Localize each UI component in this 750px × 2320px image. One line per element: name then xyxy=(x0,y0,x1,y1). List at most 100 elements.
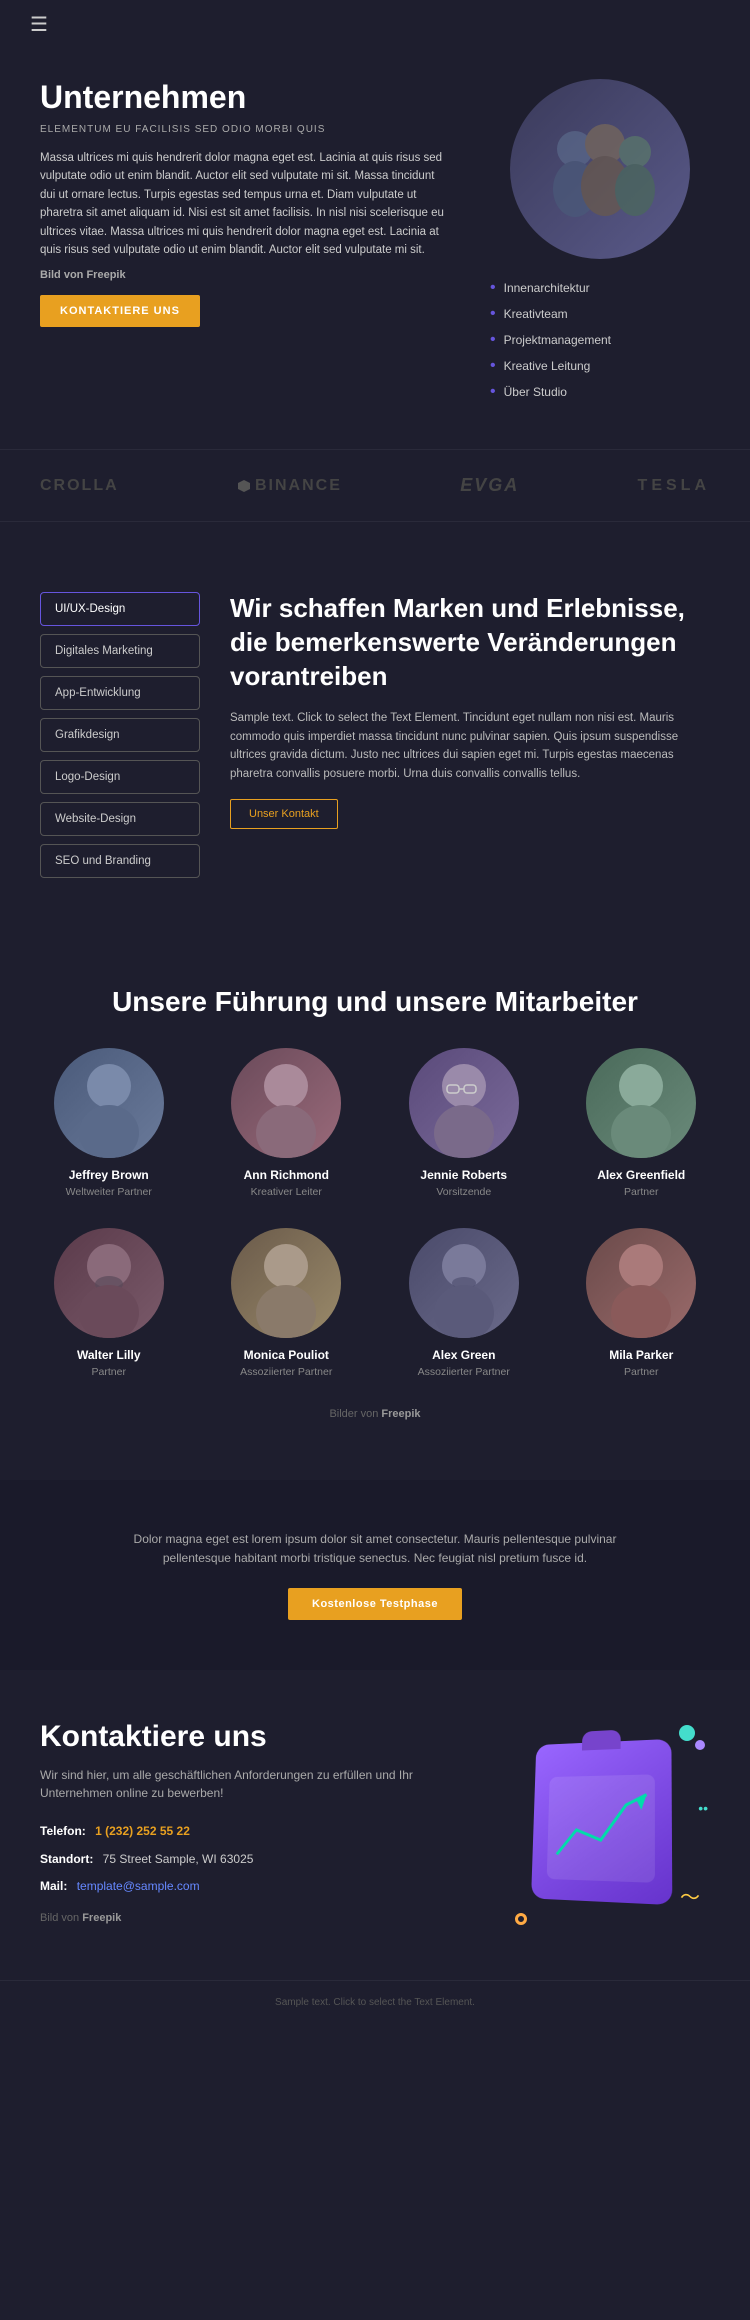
telefon-label: Telefon: xyxy=(40,1824,86,1838)
team-member-walter: Walter Lilly Partner xyxy=(30,1228,188,1378)
service-btn-website[interactable]: Website-Design xyxy=(40,802,200,836)
header: ☰ xyxy=(0,0,750,49)
deco-dots: •• xyxy=(698,1800,708,1816)
contact-illustration: 〜 •• xyxy=(510,1720,710,1940)
brand-evga: EVGA xyxy=(460,475,519,496)
team-member-jennie: Jennie Roberts Vorsitzende xyxy=(385,1048,543,1198)
member-name-alex-g: Alex Greenfield xyxy=(597,1168,685,1182)
services-content: Wir schaffen Marken und Erlebnisse, die … xyxy=(230,592,710,886)
contact-telefon: Telefon: 1 (232) 252 55 22 xyxy=(40,1822,470,1841)
clipboard-clip xyxy=(582,1730,621,1751)
services-heading: Wir schaffen Marken und Erlebnisse, die … xyxy=(230,592,710,693)
member-name-monica: Monica Pouliot xyxy=(244,1348,329,1362)
unternehmen-right: Innenarchitektur Kreativteam Projektmana… xyxy=(490,79,710,409)
service-btn-uiux[interactable]: UI/UX-Design xyxy=(40,592,200,626)
brand-crolla: CROLLA xyxy=(40,477,119,495)
team-member-alex-g: Alex Greenfield Partner xyxy=(563,1048,721,1198)
clipboard-body xyxy=(531,1739,672,1905)
service-btn-logo[interactable]: Logo-Design xyxy=(40,760,200,794)
contact-title: Kontaktiere uns xyxy=(40,1720,470,1754)
contact-bild-source: Freepik xyxy=(82,1912,121,1924)
member-role-ann: Kreativer Leiter xyxy=(251,1186,322,1198)
standort-value: 75 Street Sample, WI 63025 xyxy=(103,1852,254,1866)
member-role-jennie: Vorsitzende xyxy=(436,1186,491,1198)
contact-bild-credit: Bild von Freepik xyxy=(40,1912,470,1924)
avatar-alex-green xyxy=(409,1228,519,1338)
avatar-mila xyxy=(586,1228,696,1338)
team-grid-row2: Walter Lilly Partner Monica Pouliot Asso… xyxy=(30,1228,720,1378)
member-role-alex-g: Partner xyxy=(624,1186,658,1198)
team-title: Unsere Führung und unsere Mitarbeiter xyxy=(30,986,720,1018)
section-cta: Dolor magna eget est lorem ipsum dolor s… xyxy=(0,1480,750,1670)
avatar-alex-g xyxy=(586,1048,696,1158)
member-name-mila: Mila Parker xyxy=(609,1348,673,1362)
contact-left: Kontaktiere uns Wir sind hier, um alle g… xyxy=(40,1720,470,1924)
member-name-walter: Walter Lilly xyxy=(77,1348,141,1362)
nav-item[interactable]: Projektmanagement xyxy=(490,331,710,349)
cta-button[interactable]: Kostenlose Testphase xyxy=(288,1588,462,1620)
member-name-alex-green: Alex Green xyxy=(432,1348,495,1362)
deco-wave: 〜 xyxy=(680,1881,700,1910)
nav-item[interactable]: Innenarchitektur xyxy=(490,279,710,297)
mail-value[interactable]: template@sample.com xyxy=(77,1879,200,1893)
unternehmen-image xyxy=(510,79,690,259)
team-member-ann: Ann Richmond Kreativer Leiter xyxy=(208,1048,366,1198)
contact-desc: Wir sind hier, um alle geschäftlichen An… xyxy=(40,1766,470,1802)
nav-item[interactable]: Kreative Leitung xyxy=(490,357,710,375)
section-services: UI/UX-Design Digitales Marketing App-Ent… xyxy=(0,552,750,926)
telefon-value: 1 (232) 252 55 22 xyxy=(95,1824,190,1838)
footer-text: Sample text. Click to select the Text El… xyxy=(30,1997,720,2008)
service-btn-grafik[interactable]: Grafikdesign xyxy=(40,718,200,752)
avatar-monica xyxy=(231,1228,341,1338)
unser-kontakt-button[interactable]: Unser Kontakt xyxy=(230,799,338,829)
team-bild-credit: Bilder von Freepik xyxy=(30,1408,720,1420)
service-btn-seo[interactable]: SEO und Branding xyxy=(40,844,200,878)
member-role-walter: Partner xyxy=(92,1366,126,1378)
clipboard-chart-bg xyxy=(547,1775,655,1883)
brand-binance: BINANCE xyxy=(237,477,342,495)
member-name-ann: Ann Richmond xyxy=(244,1168,329,1182)
team-bild-source: Freepik xyxy=(381,1408,420,1420)
contact-standort: Standort: 75 Street Sample, WI 63025 xyxy=(40,1850,470,1869)
footer: Sample text. Click to select the Text El… xyxy=(0,1980,750,2024)
member-name-jeffrey: Jeffrey Brown xyxy=(69,1168,149,1182)
section-contact: Kontaktiere uns Wir sind hier, um alle g… xyxy=(0,1680,750,1980)
unternehmen-subtitle: ELEMENTUM EU FACILISIS SED ODIO MORBI QU… xyxy=(40,124,450,135)
avatar-jeffrey xyxy=(54,1048,164,1158)
services-buttons: UI/UX-Design Digitales Marketing App-Ent… xyxy=(40,592,200,886)
team-grid-row1: Jeffrey Brown Weltweiter Partner Ann Ric… xyxy=(30,1048,720,1198)
member-role-mila: Partner xyxy=(624,1366,658,1378)
member-role-jeffrey: Weltweiter Partner xyxy=(66,1186,152,1198)
brand-tesla: TESLA xyxy=(638,477,710,495)
services-body: Sample text. Click to select the Text El… xyxy=(230,709,710,783)
service-btn-marketing[interactable]: Digitales Marketing xyxy=(40,634,200,668)
section-unternehmen: Unternehmen ELEMENTUM EU FACILISIS SED O… xyxy=(0,49,750,449)
avatar-ann xyxy=(231,1048,341,1158)
unternehmen-title: Unternehmen xyxy=(40,79,450,116)
nav-item[interactable]: Über Studio xyxy=(490,383,710,401)
team-member-alex-green: Alex Green Assoziierter Partner xyxy=(385,1228,543,1378)
standort-label: Standort: xyxy=(40,1852,93,1866)
contact-right: 〜 •• xyxy=(510,1720,710,1940)
avatar-jennie xyxy=(409,1048,519,1158)
unternehmen-nav-list: Innenarchitektur Kreativteam Projektmana… xyxy=(490,279,710,401)
unternehmen-bild: Bild von Freepik xyxy=(40,269,450,281)
unternehmen-body: Massa ultrices mi quis hendrerit dolor m… xyxy=(40,149,450,259)
kontaktiere-uns-button[interactable]: KONTAKTIERE UNS xyxy=(40,295,200,327)
deco-circle-1 xyxy=(679,1725,695,1741)
member-role-monica: Assoziierter Partner xyxy=(240,1366,332,1378)
mail-label: Mail: xyxy=(40,1879,67,1893)
member-role-alex-green: Assoziierter Partner xyxy=(418,1366,510,1378)
team-member-jeffrey: Jeffrey Brown Weltweiter Partner xyxy=(30,1048,188,1198)
team-member-monica: Monica Pouliot Assoziierter Partner xyxy=(208,1228,366,1378)
avatar-walter xyxy=(54,1228,164,1338)
service-btn-app[interactable]: App-Entwicklung xyxy=(40,676,200,710)
menu-icon[interactable]: ☰ xyxy=(30,14,48,36)
deco-circle-2 xyxy=(695,1740,705,1750)
nav-item[interactable]: Kreativteam xyxy=(490,305,710,323)
member-name-jennie: Jennie Roberts xyxy=(420,1168,507,1182)
deco-circle-3 xyxy=(515,1913,527,1925)
team-member-mila: Mila Parker Partner xyxy=(563,1228,721,1378)
section-team: Unsere Führung und unsere Mitarbeiter Je… xyxy=(0,946,750,1460)
brands-section: CROLLA BINANCE EVGA TESLA xyxy=(0,449,750,522)
